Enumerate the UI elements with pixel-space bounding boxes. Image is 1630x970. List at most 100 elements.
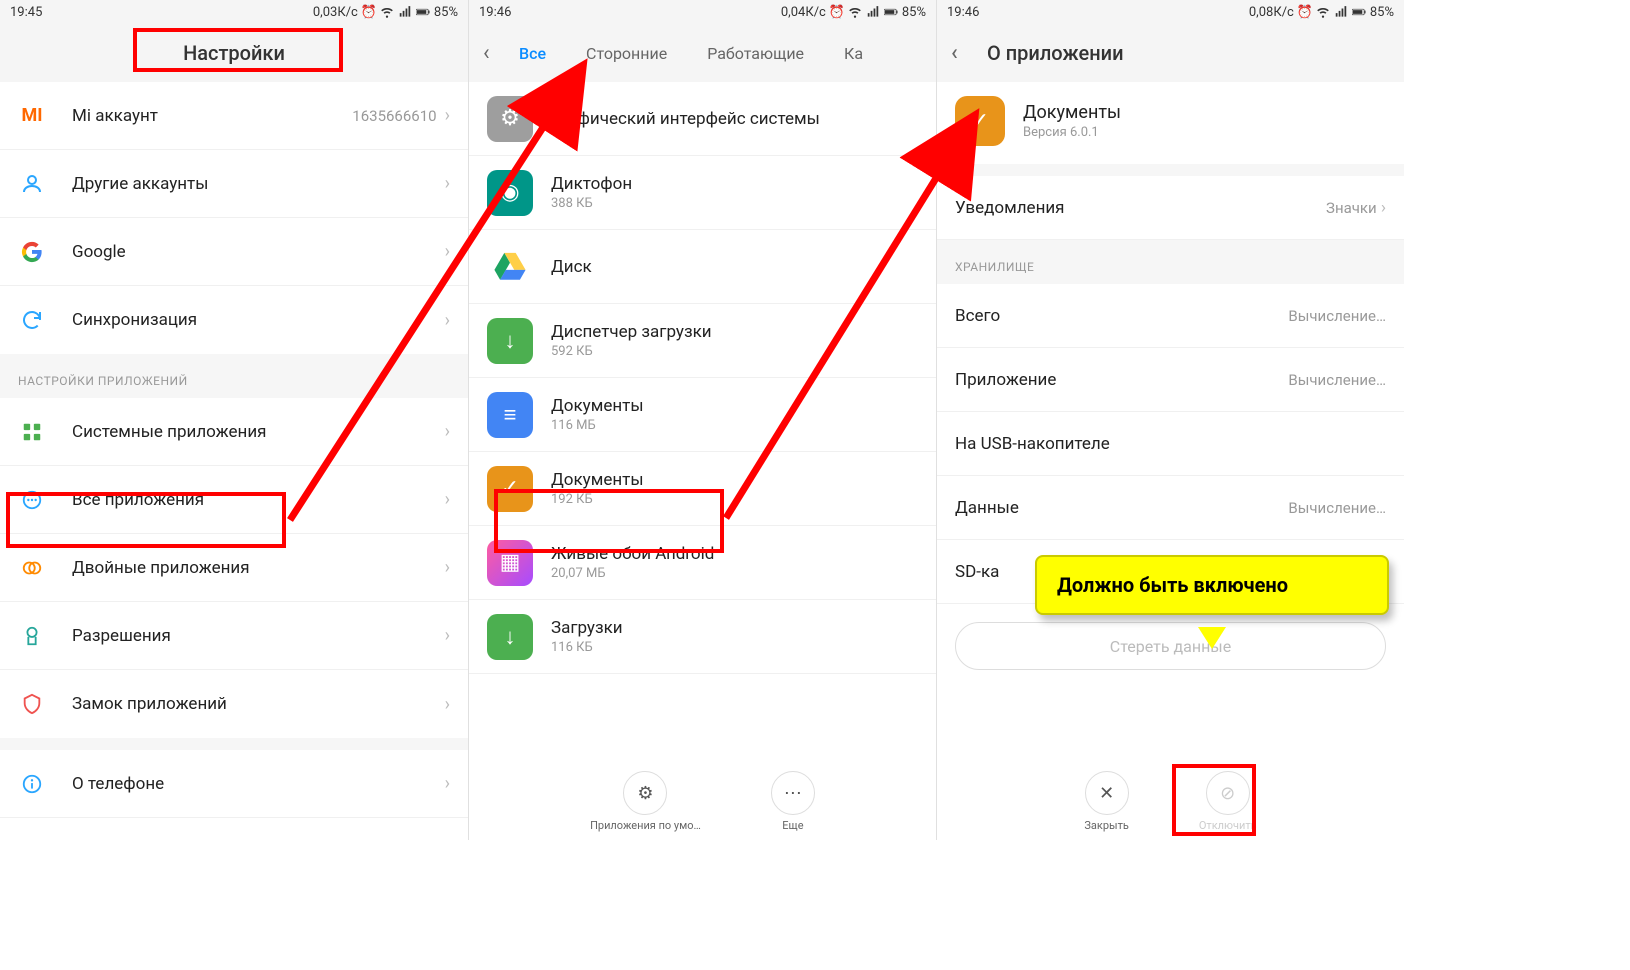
app-name: Живые обои Android xyxy=(551,544,714,564)
row-other-accounts[interactable]: Другие аккаунты › xyxy=(0,150,468,218)
signal-icon xyxy=(398,5,412,19)
app-hero: ✓ Документы Версия 6.0.1 xyxy=(937,82,1404,164)
annotation-callout: Должно быть включено xyxy=(1035,555,1389,615)
chevron-right-icon: › xyxy=(445,557,450,578)
chevron-right-icon: › xyxy=(445,310,450,331)
app-row[interactable]: ≡Документы116 МБ xyxy=(469,378,936,452)
alarm-icon: ⏰ xyxy=(830,5,844,19)
status-time: 19:46 xyxy=(479,5,511,20)
storage-row[interactable]: На USB-накопителе xyxy=(937,412,1404,476)
app-size: 388 КБ xyxy=(551,196,632,211)
status-speed: 0,08К/с xyxy=(1249,5,1294,20)
status-bar: 19:45 0,03К/с ⏰ 85% xyxy=(0,0,468,24)
chevron-right-icon: › xyxy=(445,241,450,262)
row-google[interactable]: Google › xyxy=(0,218,468,286)
tab-running[interactable]: Работающие xyxy=(707,44,804,63)
bottom-bar: ⚙ Приложения по умо… ⋯ Еще xyxy=(469,761,936,840)
header: ‹ О приложении xyxy=(937,24,1404,82)
wifi-icon xyxy=(380,5,394,19)
row-mi-account[interactable]: MI Mi аккаунт 1635666610 › xyxy=(0,82,468,150)
wifi-icon xyxy=(1316,5,1330,19)
chevron-right-icon: › xyxy=(445,625,450,646)
row-system-apps[interactable]: Системные приложения › xyxy=(0,398,468,466)
alarm-icon: ⏰ xyxy=(1298,5,1312,19)
default-apps-button[interactable]: ⚙ Приложения по умо… xyxy=(590,771,701,832)
app-size: 592 КБ xyxy=(551,344,712,359)
battery-icon xyxy=(884,5,898,19)
status-battery: 85% xyxy=(1370,5,1394,20)
close-button[interactable]: ✕ Закрыть xyxy=(1084,771,1128,832)
tabs-header: ‹ Все Сторонние Работающие Ка xyxy=(469,24,936,82)
page-title: Настройки xyxy=(183,41,285,65)
row-notifications[interactable]: Уведомления Значки › xyxy=(937,176,1404,240)
chevron-right-icon: › xyxy=(445,489,450,510)
signal-icon xyxy=(1334,5,1348,19)
erase-data-button[interactable]: Стереть данные xyxy=(955,622,1386,670)
status-time: 19:45 xyxy=(10,5,42,20)
app-icon: ↓ xyxy=(487,614,533,660)
app-icon: ⚙ xyxy=(487,96,533,142)
status-bar: 19:46 0,04К/с ⏰ 85% xyxy=(469,0,936,24)
grid-icon xyxy=(18,418,46,446)
permission-icon xyxy=(18,622,46,650)
disable-icon: ⊘ xyxy=(1206,771,1250,815)
app-name: Диктофон xyxy=(551,174,632,194)
app-name: Загрузки xyxy=(551,618,623,638)
app-size: 116 КБ xyxy=(551,640,623,655)
signal-icon xyxy=(866,5,880,19)
apps-list: ⚙Графический интерфейс системы◉Диктофон3… xyxy=(469,82,936,674)
app-row[interactable]: ◉Диктофон388 КБ xyxy=(469,156,936,230)
more-button[interactable]: ⋯ Еще xyxy=(771,771,815,832)
row-permissions[interactable]: Разрешения › xyxy=(0,602,468,670)
dots-icon xyxy=(18,486,46,514)
app-row[interactable]: ⚙ Графический интерфейс системы xyxy=(469,82,936,156)
info-icon xyxy=(18,770,46,798)
app-row[interactable]: ✓Документы192 КБ xyxy=(469,452,936,526)
row-dual-apps[interactable]: Двойные приложения › xyxy=(0,534,468,602)
row-about-phone[interactable]: О телефоне › xyxy=(0,750,468,818)
header: Настройки xyxy=(0,24,468,82)
alarm-icon: ⏰ xyxy=(362,5,376,19)
person-icon xyxy=(18,170,46,198)
app-name: Диспетчер загрузки xyxy=(551,322,712,342)
app-row[interactable]: Диск xyxy=(469,230,936,304)
section-apps-label: НАСТРОЙКИ ПРИЛОЖЕНИЙ xyxy=(0,354,468,398)
tab-more[interactable]: Ка xyxy=(844,44,863,63)
app-size: 20,07 МБ xyxy=(551,566,714,581)
mi-icon: MI xyxy=(18,102,46,130)
row-app-lock[interactable]: Замок приложений › xyxy=(0,670,468,738)
back-icon[interactable]: ‹ xyxy=(951,41,958,66)
google-icon xyxy=(18,238,46,266)
app-icon: ▦ xyxy=(487,540,533,586)
storage-row[interactable]: ПриложениеВычисление… xyxy=(937,348,1404,412)
lock-icon xyxy=(18,690,46,718)
app-icon: ✓ xyxy=(487,466,533,512)
screen-settings: 19:45 0,03К/с ⏰ 85% Настройки MI Mi акка… xyxy=(0,0,468,840)
app-row[interactable]: ↓ Загрузки 116 КБ xyxy=(469,600,936,674)
sync-icon xyxy=(18,306,46,334)
app-version: Версия 6.0.1 xyxy=(1023,125,1121,140)
storage-row[interactable]: ДанныеВычисление… xyxy=(937,476,1404,540)
tab-all[interactable]: Все xyxy=(519,44,546,63)
storage-row[interactable]: ВсегоВычисление… xyxy=(937,284,1404,348)
status-time: 19:46 xyxy=(947,5,979,20)
battery-icon xyxy=(1352,5,1366,19)
disable-button[interactable]: ⊘ Отключить xyxy=(1199,771,1257,832)
tab-thirdparty[interactable]: Сторонние xyxy=(586,44,667,63)
chevron-right-icon: › xyxy=(445,105,450,126)
app-name: Документы xyxy=(551,470,644,490)
status-speed: 0,04К/с xyxy=(781,5,826,20)
app-row[interactable]: ▦ Живые обои Android 20,07 МБ xyxy=(469,526,936,600)
app-icon: ✓ xyxy=(955,96,1005,146)
app-icon xyxy=(487,244,533,290)
status-battery: 85% xyxy=(902,5,926,20)
screen-app-detail: 19:46 0,08К/с ⏰ 85% ‹ О приложении ✓ Док… xyxy=(936,0,1404,840)
app-name: Графический интерфейс системы xyxy=(551,109,820,129)
row-sync[interactable]: Синхронизация › xyxy=(0,286,468,354)
app-icon: ↓ xyxy=(487,318,533,364)
status-battery: 85% xyxy=(434,5,458,20)
app-row[interactable]: ↓ Диспетчер загрузки 592 КБ xyxy=(469,304,936,378)
back-icon[interactable]: ‹ xyxy=(483,41,490,66)
chevron-right-icon: › xyxy=(445,694,450,715)
row-all-apps[interactable]: Все приложения › xyxy=(0,466,468,534)
